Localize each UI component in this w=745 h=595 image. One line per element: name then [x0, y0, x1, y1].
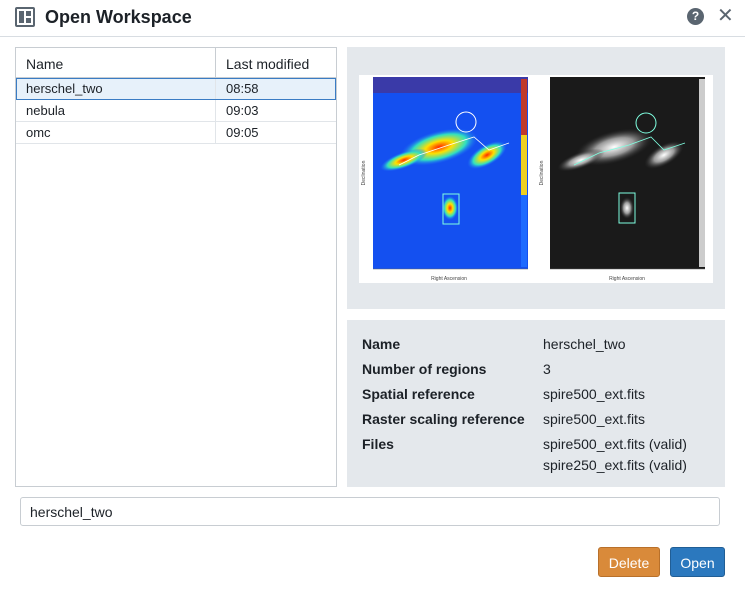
table-row[interactable]: omc 09:05: [16, 122, 336, 144]
preview-left-xlabel: Right Ascension: [431, 276, 467, 282]
workspace-list: Name Last modified herschel_two 08:58 ne…: [15, 47, 337, 487]
dialog-title: Open Workspace: [45, 7, 192, 27]
row-name: herschel_two: [16, 78, 216, 99]
table-row[interactable]: herschel_two 08:58: [16, 78, 336, 100]
layout-panels-icon: [15, 7, 35, 27]
detail-spatial-label: Spatial reference: [362, 386, 475, 402]
row-modified: 09:03: [226, 103, 259, 118]
row-name: omc: [16, 122, 216, 143]
detail-file-2: spire250_ext.fits (valid): [543, 457, 687, 473]
preview-right-xlabel: Right Ascension: [609, 276, 645, 282]
dialog-header: Open Workspace ? ✕: [0, 0, 745, 37]
detail-file-1: spire500_ext.fits (valid): [543, 436, 687, 452]
list-header: Name Last modified: [16, 48, 336, 78]
delete-button[interactable]: Delete: [598, 547, 660, 577]
open-button[interactable]: Open: [670, 547, 725, 577]
close-icon[interactable]: ✕: [717, 6, 734, 26]
detail-spatial-value: spire500_ext.fits: [543, 386, 645, 402]
column-header-last-modified[interactable]: Last modified: [216, 48, 336, 77]
detail-name-label: Name: [362, 336, 401, 352]
detail-files-label: Files: [362, 436, 394, 452]
workspace-preview: Right Ascension Right Ascension Declinat…: [347, 47, 725, 309]
row-name: nebula: [16, 100, 216, 121]
row-modified: 08:58: [226, 81, 259, 96]
workspace-details: Name herschel_two Number of regions 3 Sp…: [347, 320, 725, 487]
detail-raster-value: spire500_ext.fits: [543, 411, 645, 427]
preview-right-ylabel: Declination: [539, 160, 545, 185]
detail-regions-value: 3: [543, 361, 551, 377]
table-row[interactable]: nebula 09:03: [16, 100, 336, 122]
preview-left-ylabel: Declination: [361, 160, 367, 185]
column-header-name[interactable]: Name: [16, 48, 216, 77]
detail-raster-label: Raster scaling reference: [362, 411, 525, 427]
preview-image: Right Ascension Right Ascension Declinat…: [359, 75, 713, 283]
detail-regions-label: Number of regions: [362, 361, 487, 377]
detail-name-value: herschel_two: [543, 336, 626, 352]
row-modified: 09:05: [226, 125, 259, 140]
help-icon[interactable]: ?: [687, 8, 704, 25]
workspace-name-input[interactable]: [20, 497, 720, 526]
